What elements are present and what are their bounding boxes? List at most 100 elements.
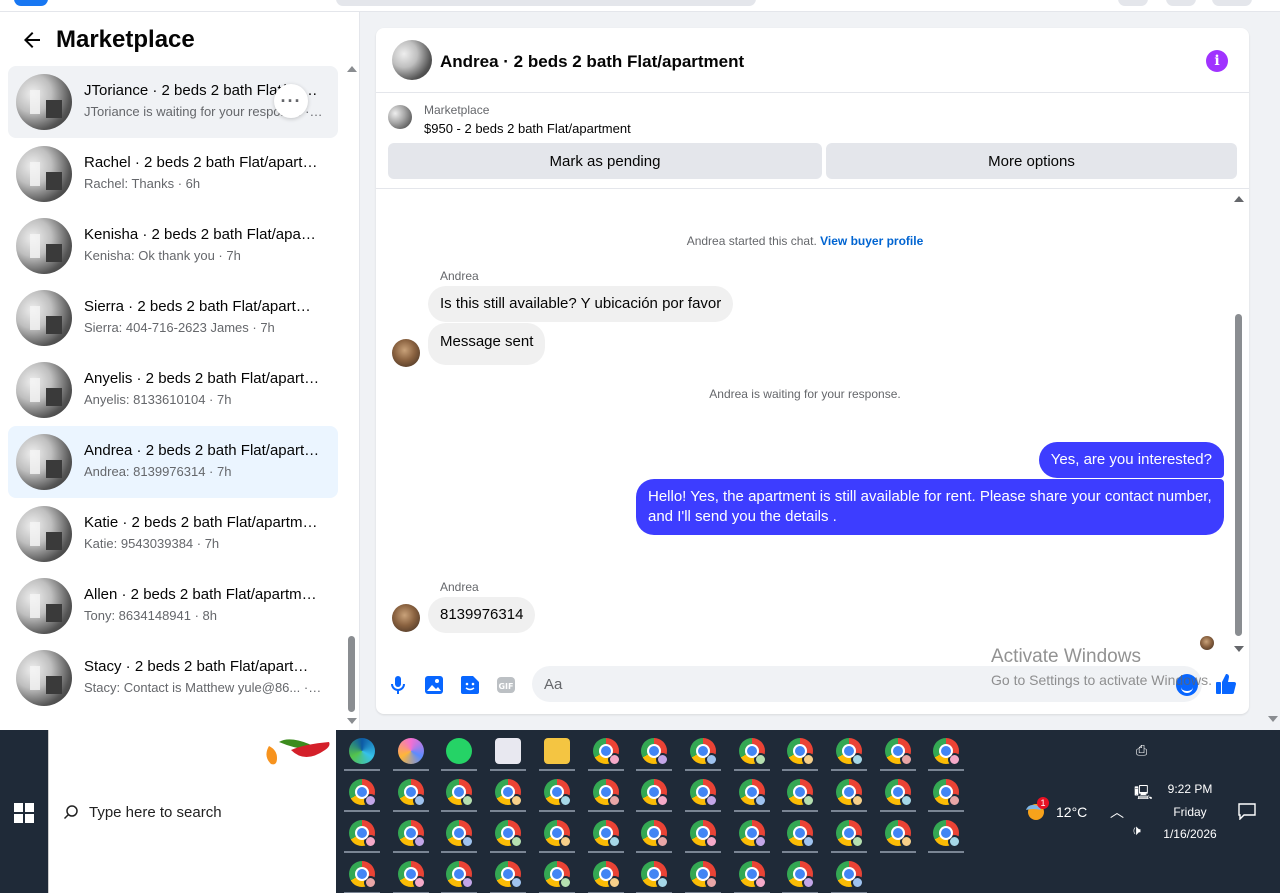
chrome-profile-taskbar-button[interactable]	[486, 854, 530, 893]
sticker-icon[interactable]	[459, 674, 481, 696]
chrome-profile-taskbar-button[interactable]	[535, 772, 579, 812]
more-actions-button[interactable]: ···	[274, 84, 308, 118]
gif-icon[interactable]: GIF	[495, 674, 517, 696]
chrome-profile-taskbar-button[interactable]	[681, 854, 725, 893]
chrome-profile-taskbar-button[interactable]	[778, 854, 822, 893]
conversation-item[interactable]: Katie · 2 beds 2 bath Flat/apartment Kati…	[8, 498, 338, 570]
chrome-profile-taskbar-button[interactable]	[778, 731, 822, 771]
facebook-logo-icon[interactable]	[14, 0, 48, 6]
chrome-profile-taskbar-button[interactable]	[535, 813, 579, 853]
chrome-profile-taskbar-button[interactable]	[681, 731, 725, 771]
whatsapp-taskbar-button[interactable]	[437, 731, 481, 771]
clock-day[interactable]: Friday	[1160, 805, 1220, 819]
top-search-bar[interactable]	[336, 0, 756, 6]
chat-title[interactable]: Andrea · 2 beds 2 bath Flat/apartment	[440, 52, 744, 72]
chrome-profile-taskbar-button[interactable]	[437, 854, 481, 893]
emoji-icon[interactable]	[1176, 674, 1198, 696]
chrome-profile-taskbar-button[interactable]	[584, 813, 628, 853]
info-icon[interactable]: i	[1206, 50, 1228, 72]
chrome-profile-taskbar-button[interactable]	[681, 813, 725, 853]
chrome-profile-taskbar-button[interactable]	[486, 813, 530, 853]
clock-date[interactable]: 1/16/2026	[1156, 827, 1224, 841]
chrome-profile-taskbar-button[interactable]	[827, 854, 871, 893]
chrome-profile-taskbar-button[interactable]	[924, 772, 968, 812]
network-icon[interactable]: 🖳	[1134, 782, 1153, 806]
edge-taskbar-button[interactable]	[340, 731, 384, 771]
incoming-message[interactable]: Message sent	[428, 323, 546, 365]
conversation-item[interactable]: Sierra · 2 beds 2 bath Flat/apartment Sie…	[8, 282, 338, 354]
scrollbar-thumb[interactable]	[1235, 314, 1242, 636]
sender-avatar[interactable]	[392, 339, 420, 367]
chrome-profile-taskbar-button[interactable]	[389, 813, 433, 853]
chrome-profile-taskbar-button[interactable]	[730, 772, 774, 812]
chrome-profile-taskbar-button[interactable]	[389, 854, 433, 893]
chrome-profile-taskbar-button[interactable]	[730, 813, 774, 853]
listing-title[interactable]: $950 - 2 beds 2 bath Flat/apartment	[424, 121, 631, 136]
chrome-profile-taskbar-button[interactable]	[340, 772, 384, 812]
taskbar-search-box[interactable]: Type here to search	[48, 730, 336, 893]
weather-icon[interactable]: 1	[1024, 797, 1049, 820]
conversation-item[interactable]: Andrea · 2 beds 2 bath Flat/apartment And…	[8, 426, 338, 498]
conversation-item[interactable]: Kenisha · 2 beds 2 bath Flat/apartment Ke…	[8, 210, 338, 282]
scroll-down-arrow-icon[interactable]	[347, 718, 357, 724]
chrome-profile-taskbar-button[interactable]	[827, 813, 871, 853]
chrome-profile-taskbar-button[interactable]	[876, 813, 920, 853]
chrome-profile-taskbar-button[interactable]	[437, 813, 481, 853]
outgoing-message[interactable]: Yes, are you interested?	[1038, 442, 1224, 478]
scroll-down-arrow-icon[interactable]	[1234, 646, 1244, 652]
listing-thumbnail[interactable]	[388, 105, 412, 129]
chrome-profile-taskbar-button[interactable]	[632, 772, 676, 812]
chevron-up-icon[interactable]: ︿	[1110, 802, 1124, 822]
chrome-profile-taskbar-button[interactable]	[876, 772, 920, 812]
menu-icon[interactable]	[1118, 0, 1148, 6]
chrome-profile-taskbar-button[interactable]	[584, 772, 628, 812]
chrome-profile-taskbar-button[interactable]	[876, 731, 920, 771]
mark-as-pending-button[interactable]: Mark as pending	[388, 143, 822, 179]
chrome-profile-taskbar-button[interactable]	[778, 813, 822, 853]
conversation-item[interactable]: Anyelis · 2 beds 2 bath Flat/apartment An…	[8, 354, 338, 426]
more-options-button[interactable]: More options	[826, 143, 1237, 179]
page-scroll-down-icon[interactable]	[1268, 716, 1278, 722]
scroll-up-arrow-icon[interactable]	[347, 66, 357, 72]
chrome-profile-taskbar-button[interactable]	[486, 772, 530, 812]
chrome-profile-taskbar-button[interactable]	[340, 813, 384, 853]
chrome-profile-taskbar-button[interactable]	[924, 731, 968, 771]
incoming-message[interactable]: Is this still available? Y ubicación por…	[428, 286, 734, 322]
conversation-item[interactable]: JToriance · 2 beds 2 bath Flat/apartment…	[8, 66, 338, 138]
back-arrow-icon[interactable]	[20, 28, 44, 52]
chrome-profile-taskbar-button[interactable]	[389, 772, 433, 812]
chrome-profile-taskbar-button[interactable]	[778, 772, 822, 812]
snipping-tool-taskbar-button[interactable]	[486, 731, 530, 771]
conversation-item[interactable]: Allen · 2 beds 2 bath Flat/apartment Tony…	[8, 570, 338, 642]
tablet-mode-icon[interactable]: ⎙	[1136, 742, 1147, 759]
sidebar-scrollbar[interactable]	[346, 62, 358, 724]
chrome-profile-taskbar-button[interactable]	[924, 813, 968, 853]
clock-time[interactable]: 9:22 PM	[1160, 782, 1220, 796]
scrollbar-thumb[interactable]	[348, 636, 355, 712]
file-explorer-taskbar-button[interactable]	[535, 731, 579, 771]
volume-icon[interactable]: 🕩	[1132, 822, 1141, 839]
chrome-profile-taskbar-button[interactable]	[681, 772, 725, 812]
chrome-profile-taskbar-button[interactable]	[827, 772, 871, 812]
conversation-item[interactable]: Stacy · 2 beds 2 bath Flat/apartment Stac…	[8, 642, 338, 714]
incoming-message[interactable]: 8139976314	[428, 597, 536, 633]
chrome-profile-taskbar-button[interactable]	[632, 731, 676, 771]
chrome-profile-taskbar-button[interactable]	[632, 813, 676, 853]
chrome-profile-taskbar-button[interactable]	[340, 854, 384, 893]
message-input[interactable]: Aa	[532, 666, 1202, 702]
copilot-taskbar-button[interactable]	[389, 731, 433, 771]
outgoing-message[interactable]: Hello! Yes, the apartment is still avail…	[636, 479, 1224, 535]
chrome-profile-taskbar-button[interactable]	[584, 731, 628, 771]
windows-start-icon[interactable]	[14, 803, 34, 823]
profile-avatar[interactable]	[1212, 0, 1252, 6]
scroll-up-arrow-icon[interactable]	[1234, 196, 1244, 202]
chat-scrollbar[interactable]	[1233, 196, 1245, 652]
weather-temperature[interactable]: 12°C	[1056, 804, 1087, 820]
photo-icon[interactable]	[423, 674, 445, 696]
chrome-profile-taskbar-button[interactable]	[535, 854, 579, 893]
notifications-icon[interactable]	[1238, 802, 1256, 820]
sender-avatar[interactable]	[392, 604, 420, 632]
chrome-profile-taskbar-button[interactable]	[632, 854, 676, 893]
chrome-profile-taskbar-button[interactable]	[730, 854, 774, 893]
chat-avatar[interactable]	[392, 40, 432, 80]
